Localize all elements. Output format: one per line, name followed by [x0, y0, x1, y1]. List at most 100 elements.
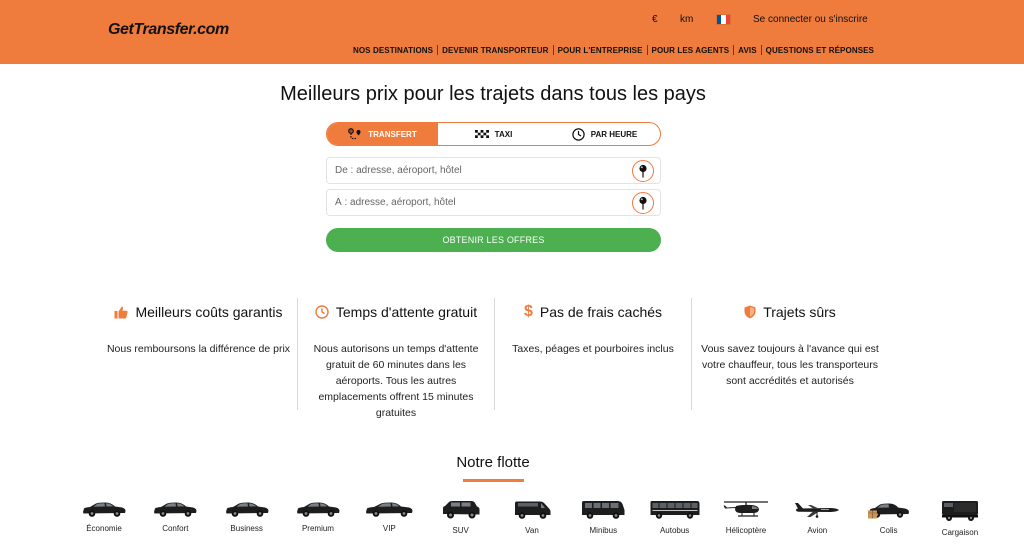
sedan-icon — [225, 502, 269, 517]
get-offers-button[interactable]: OBTENIR LES OFFRES — [326, 228, 661, 252]
truck-icon — [941, 501, 978, 521]
sedan-icon — [83, 502, 126, 517]
nav-reviews[interactable]: AVIS — [738, 46, 756, 55]
currency-selector[interactable]: € — [652, 14, 658, 25]
vehicle-label: VIP — [382, 524, 396, 533]
feature-description: Taxes, péages et pourboires inclus — [512, 343, 674, 355]
minibus-icon — [582, 501, 625, 519]
van-icon — [514, 501, 551, 519]
feature-best-price: Meilleurs coûts garantis Nous rembourson… — [100, 298, 297, 410]
tab-transfer-label: TRANSFERT — [368, 129, 417, 139]
feature-free-waiting: Temps d'attente gratuit Nous autorisons … — [297, 298, 494, 419]
vehicle-business[interactable]: Business — [215, 500, 279, 537]
nav-business[interactable]: POUR L'ENTREPRISE — [558, 46, 643, 55]
vehicle-vip[interactable]: VIP — [357, 500, 421, 537]
feature-heading: $ Pas de frais cachés — [495, 298, 691, 326]
main-nav: NOS DESTINATIONS DEVENIR TRANSPORTEUR PO… — [353, 45, 874, 55]
nav-become-carrier[interactable]: DEVENIR TRANSPORTEUR — [442, 46, 548, 55]
vehicle-label: Autobus — [659, 526, 690, 535]
sedan-icon — [154, 502, 197, 517]
fleet-title: Notre flotte — [456, 454, 530, 471]
suv-icon — [442, 501, 480, 519]
vehicle-helicopter[interactable]: Hélicoptère — [714, 500, 778, 537]
tab-transfer[interactable]: TRANSFERT — [327, 123, 438, 145]
vehicle-van[interactable]: Van — [500, 500, 564, 537]
clock-icon — [572, 127, 585, 141]
feature-safe-trips: Trajets sûrs Vous savez toujours à l'ava… — [691, 298, 888, 410]
vehicle-plane[interactable]: Avion — [785, 500, 849, 537]
vehicle-parcel[interactable]: Colis — [857, 500, 921, 537]
vehicle-economy[interactable]: Économie — [72, 500, 136, 537]
feature-heading: Meilleurs coûts garantis — [100, 298, 297, 326]
feature-no-hidden-fees: $ Pas de frais cachés Taxes, péages et p… — [494, 298, 691, 410]
vehicle-label: Cargaison — [941, 528, 979, 537]
nav-destinations[interactable]: NOS DESTINATIONS — [353, 46, 433, 55]
vehicle-label: SUV — [452, 526, 469, 535]
vehicle-minibus[interactable]: Minibus — [571, 500, 635, 537]
vehicle-label: Hélicoptère — [725, 526, 767, 535]
feature-heading: Trajets sûrs — [692, 298, 888, 326]
feature-title: Trajets sûrs — [763, 304, 836, 320]
vehicle-label: Économie — [86, 524, 122, 533]
sedan-icon — [366, 502, 413, 517]
nav-agents[interactable]: POUR LES AGENTS — [652, 46, 730, 55]
tab-taxi-label: TAXI — [494, 129, 513, 139]
taxi-checker-icon — [474, 130, 489, 138]
feature-title: Pas de frais cachés — [539, 304, 663, 320]
logo[interactable]: GetTransfer.com — [108, 21, 229, 39]
units-selector[interactable]: km — [680, 14, 693, 25]
parcel-car-icon — [867, 503, 909, 519]
nav-divider — [760, 45, 762, 55]
vehicle-cargo[interactable]: Cargaison — [928, 500, 992, 537]
nav-divider — [552, 45, 554, 55]
tab-hourly[interactable]: PAR HEURE — [549, 123, 660, 145]
french-flag-icon[interactable] — [716, 14, 731, 25]
sedan-icon — [296, 502, 340, 517]
map-pin-icon[interactable] — [632, 160, 654, 182]
feature-heading: Temps d'attente gratuit — [298, 298, 494, 326]
feature-title: Temps d'attente gratuit — [335, 304, 478, 320]
site-header: GetTransfer.com € km Se connecter ou s'i… — [0, 0, 1024, 64]
helicopter-icon — [723, 501, 768, 517]
shield-icon — [744, 305, 756, 319]
feature-description: Nous remboursons la différence de prix — [106, 343, 291, 355]
fleet-title-underline — [463, 479, 524, 482]
page-title: Meilleurs prix pour les trajets dans tou… — [280, 83, 706, 105]
route-icon — [348, 128, 362, 140]
to-field — [326, 189, 661, 216]
from-field — [326, 157, 661, 184]
vehicle-premium[interactable]: Premium — [286, 500, 350, 537]
nav-divider — [437, 45, 439, 55]
tab-taxi[interactable]: TAXI — [438, 123, 549, 145]
fleet-list: Économie Confort Business Premium VIP SU… — [72, 500, 992, 537]
vehicle-bus[interactable]: Autobus — [643, 500, 707, 537]
vehicle-label: Colis — [879, 526, 898, 535]
transfer-mode-tabs: TRANSFERT TAXI PAR HEURE — [326, 122, 661, 146]
thumbs-up-icon — [114, 306, 129, 319]
vehicle-label: Premium — [301, 524, 334, 533]
clock-icon — [315, 305, 329, 319]
to-input[interactable] — [327, 190, 617, 215]
vehicle-suv[interactable]: SUV — [429, 500, 493, 537]
nav-divider — [733, 45, 735, 55]
vehicle-label: Business — [230, 524, 263, 533]
vehicle-label: Avion — [807, 526, 828, 535]
from-input[interactable] — [327, 158, 617, 183]
feature-title: Meilleurs coûts garantis — [135, 304, 283, 320]
plane-icon — [795, 503, 840, 518]
bus-icon — [650, 501, 700, 519]
login-link[interactable]: Se connecter ou s'inscrire — [753, 14, 868, 25]
map-pin-icon[interactable] — [632, 192, 654, 214]
tab-hourly-label: PAR HEURE — [590, 129, 638, 139]
features-section: Meilleurs coûts garantis Nous rembourson… — [100, 298, 888, 419]
vehicle-label: Van — [525, 526, 539, 535]
vehicle-label: Confort — [162, 524, 189, 533]
vehicle-comfort[interactable]: Confort — [143, 500, 207, 537]
nav-divider — [646, 45, 648, 55]
vehicle-label: Minibus — [589, 526, 618, 535]
dollar-icon: $ — [523, 303, 533, 320]
feature-description: Nous autorisons un temps d'attente gratu… — [313, 343, 479, 419]
flag-stripe-red — [725, 15, 730, 24]
feature-description: Vous savez toujours à l'avance qui est v… — [701, 343, 879, 387]
nav-faq[interactable]: QUESTIONS ET RÉPONSES — [766, 46, 874, 55]
